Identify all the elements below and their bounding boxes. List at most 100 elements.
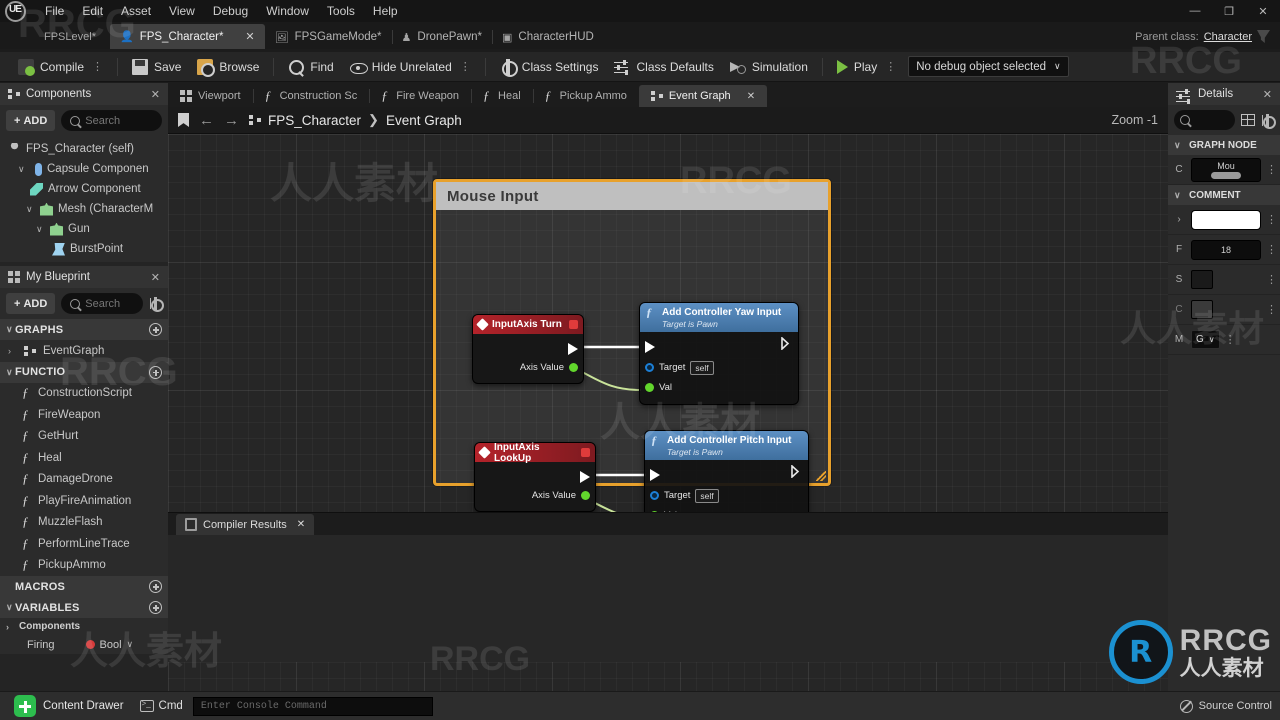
asset-tab-characterhud[interactable]: ▣ CharacterHUD	[492, 25, 604, 49]
function-row-playfireanimation[interactable]: ƒ PlayFireAnimation	[0, 490, 168, 512]
exec-out-pin-icon[interactable]	[791, 465, 802, 478]
row-options-icon[interactable]: ⋮	[1266, 304, 1277, 315]
section-macros[interactable]: MACROS	[0, 576, 168, 597]
function-row-damagedrone[interactable]: ƒ DamageDrone	[0, 469, 168, 491]
menu-item-view[interactable]: View	[160, 0, 204, 22]
component-row-gun[interactable]: ∨ Gun	[0, 219, 168, 239]
object-in-pin-icon[interactable]	[650, 491, 659, 500]
menu-item-file[interactable]: File	[36, 0, 73, 22]
graph-tab-event-graph[interactable]: Event Graph ✕	[638, 85, 768, 107]
menu-item-window[interactable]: Window	[257, 0, 318, 22]
component-row-burstpoint[interactable]: BurstPoint	[0, 239, 168, 259]
menu-item-asset[interactable]: Asset	[112, 0, 160, 22]
close-icon[interactable]: ✕	[151, 271, 160, 284]
close-icon[interactable]: ✕	[747, 91, 755, 102]
component-row-capsule[interactable]: ∨ Capsule Componen	[0, 159, 168, 179]
node-inputaxis-lookup[interactable]: InputAxis LookUp Axis Value	[474, 442, 596, 512]
graph-tab-viewport[interactable]: Viewport	[168, 85, 253, 107]
component-row-fps-character[interactable]: FPS_Character (self)	[0, 139, 168, 159]
details-search-input[interactable]	[1174, 110, 1235, 130]
float-out-pin-icon[interactable]	[569, 363, 578, 372]
asset-tab-fps-character[interactable]: 👤 FPS_Character* ✕	[109, 24, 265, 49]
back-button[interactable]: ←	[199, 112, 214, 129]
event-delegate-pin[interactable]	[569, 320, 578, 329]
chevron-right-icon[interactable]: ›	[8, 346, 17, 356]
section-functions[interactable]: ∨ FUNCTIO	[0, 361, 168, 383]
compile-button[interactable]: Compile ⋮	[10, 55, 111, 79]
chevron-right-icon[interactable]: ›	[1172, 214, 1186, 225]
hide-unrelated-button[interactable]: Hide Unrelated ⋮	[342, 55, 479, 79]
forward-button[interactable]: →	[224, 112, 239, 129]
exec-in-pin-row[interactable]	[640, 337, 798, 357]
add-variable-icon[interactable]	[149, 601, 162, 614]
class-settings-button[interactable]: Class Settings	[492, 55, 607, 79]
node-inputaxis-turn[interactable]: InputAxis Turn Axis Value	[472, 314, 584, 384]
axis-value-pin-row[interactable]: Axis Value	[475, 487, 595, 504]
bookmark-icon[interactable]	[178, 113, 189, 127]
comment-resize-handle[interactable]	[816, 471, 826, 481]
exec-out-pin-icon[interactable]	[781, 337, 792, 350]
myblueprint-panel-tab[interactable]: My Blueprint ✕	[0, 266, 168, 288]
function-row-fireweapon[interactable]: ƒ FireWeapon	[0, 404, 168, 426]
browse-button[interactable]: Browse	[189, 55, 267, 79]
close-button[interactable]: ✕	[1246, 0, 1280, 22]
parent-class-value[interactable]: Character	[1204, 31, 1252, 43]
object-in-pin-icon[interactable]	[645, 363, 654, 372]
val-pin-row[interactable]: Val	[640, 379, 798, 396]
chevron-down-icon[interactable]: ∨	[18, 164, 27, 175]
function-row-muzzleflash[interactable]: ƒ MuzzleFlash	[0, 512, 168, 534]
function-row-gethurt[interactable]: ƒ GetHurt	[0, 426, 168, 448]
color-swatch-dark2[interactable]	[1191, 300, 1213, 319]
pin-value-self[interactable]: self	[690, 360, 714, 375]
comment-color-swatch[interactable]	[1191, 209, 1261, 230]
simulation-button[interactable]: Simulation	[722, 55, 816, 79]
axis-value-pin-row[interactable]: Axis Value	[473, 359, 583, 376]
close-icon[interactable]: ✕	[1263, 88, 1272, 101]
float-out-pin-icon[interactable]	[581, 491, 590, 500]
exec-out-pin-row[interactable]	[473, 339, 583, 359]
color-swatch-dark[interactable]	[1191, 270, 1213, 289]
menu-item-tools[interactable]: Tools	[318, 0, 364, 22]
cmd-button[interactable]: Cmd	[139, 699, 183, 712]
function-row-constructionscript[interactable]: ƒ ConstructionScript	[0, 383, 168, 405]
components-search-input[interactable]: Search	[61, 110, 162, 131]
class-defaults-button[interactable]: Class Defaults	[606, 55, 721, 79]
gear-icon[interactable]	[1261, 113, 1276, 129]
components-add-button[interactable]: + ADD	[6, 110, 56, 131]
target-pin-row[interactable]: Target self	[640, 359, 798, 376]
asset-tab-fpsgamemode[interactable]: 🖼 FPSGameMode*	[265, 25, 392, 49]
debug-object-select[interactable]: No debug object selected ∨	[908, 56, 1069, 77]
chevron-down-icon[interactable]: ∨	[6, 324, 15, 335]
graph-tab-fire-weapon[interactable]: ƒ Fire Weapon	[369, 85, 471, 107]
chevron-down-icon[interactable]: ∨	[6, 367, 15, 378]
target-pin-row[interactable]: Target self	[645, 487, 808, 504]
chevron-right-icon[interactable]: ›	[6, 622, 15, 632]
hide-unrelated-options-icon[interactable]: ⋮	[460, 60, 471, 73]
breadcrumb-root[interactable]: FPS_Character	[268, 113, 361, 128]
function-row-performlinetrace[interactable]: ƒ PerformLineTrace	[0, 533, 168, 555]
play-options-icon[interactable]: ⋮	[885, 60, 896, 73]
variable-row-firing[interactable]: Firing Bool ∨	[0, 635, 168, 654]
content-drawer-button[interactable]: Content Drawer	[8, 695, 130, 717]
menu-item-help[interactable]: Help	[364, 0, 407, 22]
comment-text-field[interactable]: Mou	[1191, 157, 1261, 182]
row-options-icon[interactable]: ⋮	[1266, 274, 1277, 285]
row-options-icon[interactable]: ⋮	[1266, 244, 1277, 255]
row-options-icon[interactable]: ⋮	[1266, 164, 1277, 175]
play-button[interactable]: Play ⋮	[829, 55, 904, 79]
graph-tab-construction-script[interactable]: ƒ Construction Sc	[252, 85, 370, 107]
chevron-down-icon[interactable]: ∨	[6, 602, 15, 613]
node-add-controller-yaw-input[interactable]: ƒ Add Controller Yaw Input Target is Paw…	[639, 302, 799, 405]
find-button[interactable]: Find	[280, 55, 341, 79]
float-in-pin-icon[interactable]	[645, 383, 654, 392]
myblueprint-add-button[interactable]: + ADD	[6, 293, 56, 314]
add-graph-icon[interactable]	[149, 323, 162, 336]
event-delegate-pin[interactable]	[581, 448, 590, 457]
section-graphs[interactable]: ∨ GRAPHS	[0, 319, 168, 340]
exec-in-pin-icon[interactable]	[650, 469, 660, 481]
exec-out-pin-icon[interactable]	[580, 471, 590, 483]
minimize-button[interactable]: —	[1178, 0, 1212, 22]
component-row-mesh[interactable]: ∨ Mesh (CharacterM	[0, 199, 168, 219]
menu-item-debug[interactable]: Debug	[204, 0, 257, 22]
graph-tab-heal[interactable]: ƒ Heal	[471, 85, 533, 107]
